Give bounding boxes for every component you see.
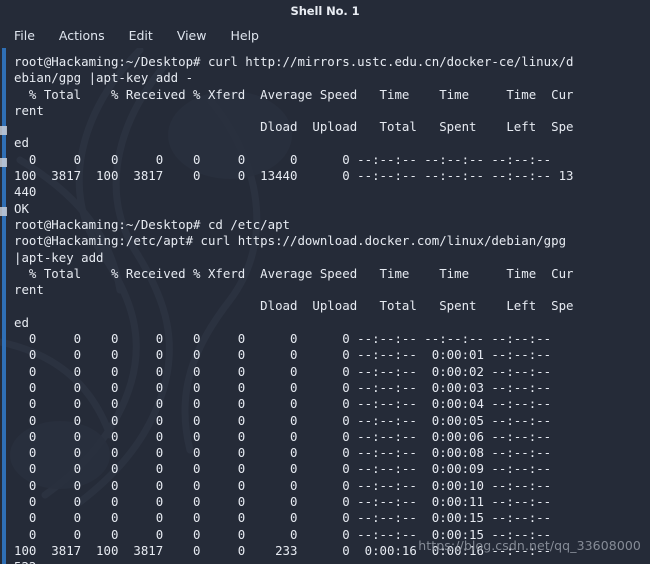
blog-watermark: https://blog.csdn.net/qq_33608000 xyxy=(418,538,641,553)
terminal-line: 0 0 0 0 0 0 0 0 --:--:-- 0:00:01 --:--:-… xyxy=(14,347,552,363)
terminal-line: rent xyxy=(14,102,44,118)
terminal-line: % Total % Received % Xferd Average Speed… xyxy=(14,265,574,281)
terminal-line: 0 0 0 0 0 0 0 0 --:--:-- 0:00:15 --:--:-… xyxy=(14,510,552,526)
terminal-line: 522 xyxy=(14,559,650,564)
menu-edit[interactable]: Edit xyxy=(129,28,153,43)
terminal-line: 0 0 0 0 0 0 0 0 --:--:-- 0:00:04 --:--:-… xyxy=(14,396,552,412)
terminal-output[interactable]: root@Hackaming:~/Desktop# curl http://mi… xyxy=(0,48,650,564)
terminal-window: Shell No. 1 File Actions Edit View Help … xyxy=(0,0,650,564)
menu-view[interactable]: View xyxy=(177,28,207,43)
terminal-line: 0 0 0 0 0 0 0 0 --:--:-- 0:00:09 --:--:-… xyxy=(14,461,552,477)
terminal-line: root@Hackaming:/etc/apt# curl https://do… xyxy=(14,233,567,249)
menu-actions[interactable]: Actions xyxy=(59,28,105,43)
terminal-line: 0 0 0 0 0 0 0 0 --:--:-- --:--:-- --:--:… xyxy=(14,151,552,167)
terminal-line: 0 0 0 0 0 0 0 0 --:--:-- 0:00:06 --:--:-… xyxy=(14,428,552,444)
terminal-line: 440 xyxy=(14,184,37,200)
terminal-line: rent xyxy=(14,282,44,298)
window-titlebar: Shell No. 1 xyxy=(0,0,650,23)
menubar: File Actions Edit View Help xyxy=(0,23,650,48)
terminal-line: ed xyxy=(14,314,29,330)
terminal-line: 0 0 0 0 0 0 0 0 --:--:-- 0:00:11 --:--:-… xyxy=(14,494,552,510)
terminal-line: 0 0 0 0 0 0 0 0 --:--:-- 0:00:10 --:--:-… xyxy=(14,477,552,493)
terminal-line: % Total % Received % Xferd Average Speed… xyxy=(14,86,574,102)
terminal-line: |apt-key add xyxy=(14,249,104,265)
terminal-line: 0 0 0 0 0 0 0 0 --:--:-- 0:00:02 --:--:-… xyxy=(14,363,552,379)
window-title: Shell No. 1 xyxy=(290,4,360,18)
terminal-line: 0 0 0 0 0 0 0 0 --:--:-- 0:00:03 --:--:-… xyxy=(14,379,552,395)
terminal-line: 100 3817 100 3817 0 0 13440 0 --:--:-- -… xyxy=(14,168,574,184)
terminal-line: OK xyxy=(14,200,29,216)
terminal-line: 0 0 0 0 0 0 0 0 --:--:-- 0:00:05 --:--:-… xyxy=(14,412,552,428)
terminal-line: ebian/gpg |apt-key add - xyxy=(14,70,194,86)
terminal-line: 0 0 0 0 0 0 0 0 --:--:-- --:--:-- --:--:… xyxy=(14,331,552,347)
terminal-line: 0 0 0 0 0 0 0 0 --:--:-- 0:00:08 --:--:-… xyxy=(14,445,552,461)
menu-file[interactable]: File xyxy=(14,28,35,43)
terminal-line: Dload Upload Total Spent Left Spe xyxy=(14,298,574,314)
menu-help[interactable]: Help xyxy=(230,28,259,43)
terminal-line: ed xyxy=(14,135,29,151)
terminal-line: Dload Upload Total Spent Left Spe xyxy=(14,119,574,135)
terminal-line: root@Hackaming:~/Desktop# curl http://mi… xyxy=(14,54,574,69)
terminal-line: root@Hackaming:~/Desktop# cd /etc/apt xyxy=(14,216,291,232)
